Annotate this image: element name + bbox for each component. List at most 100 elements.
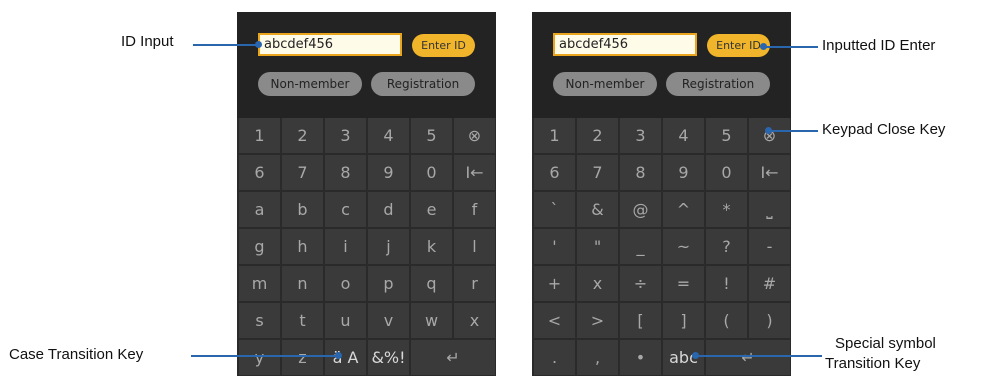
left-key[interactable]: 5 [411, 118, 452, 153]
right-key[interactable]: = [663, 266, 704, 301]
left-key[interactable]: f [454, 192, 495, 227]
right-key[interactable]: _ [620, 229, 661, 264]
left-key[interactable]: x [454, 303, 495, 338]
left-key[interactable]: l [454, 229, 495, 264]
left-key[interactable]: I← [454, 155, 495, 190]
left-key[interactable]: d [368, 192, 409, 227]
right-key[interactable]: " [577, 229, 618, 264]
left-key[interactable]: u [325, 303, 366, 338]
right-key[interactable]: 0 [706, 155, 747, 190]
right-key[interactable]: [ [620, 303, 661, 338]
left-key[interactable]: v [368, 303, 409, 338]
leader-id-input [193, 44, 258, 46]
leader-keypad-close [768, 130, 818, 132]
left-header-area [237, 12, 496, 118]
left-key[interactable]: 0 [411, 155, 452, 190]
left-key[interactable]: r [454, 266, 495, 301]
right-key[interactable]: ( [706, 303, 747, 338]
right-key[interactable]: I← [749, 155, 790, 190]
left-key[interactable]: s [239, 303, 280, 338]
right-key[interactable]: # [749, 266, 790, 301]
right-key[interactable]: 6 [534, 155, 575, 190]
callout-keypad-close: Keypad Close Key [822, 121, 946, 138]
right-key[interactable]: ^ [663, 192, 704, 227]
right-header-area [532, 12, 791, 118]
left-key[interactable]: t [282, 303, 323, 338]
right-key[interactable]: > [577, 303, 618, 338]
left-key[interactable]: w [411, 303, 452, 338]
right-key[interactable]: ) [749, 303, 790, 338]
right-key[interactable]: ~ [663, 229, 704, 264]
right-key[interactable]: ÷ [620, 266, 661, 301]
left-key[interactable]: q [411, 266, 452, 301]
left-key[interactable]: 8 [325, 155, 366, 190]
left-key[interactable]: b [282, 192, 323, 227]
left-key[interactable]: p [368, 266, 409, 301]
right-key[interactable]: 9 [663, 155, 704, 190]
left-key[interactable]: ⊗ [454, 118, 495, 153]
right-key[interactable]: 1 [534, 118, 575, 153]
right-key[interactable]: 5 [706, 118, 747, 153]
left-key[interactable]: ↵ [411, 340, 495, 375]
left-key[interactable]: 6 [239, 155, 280, 190]
left-key[interactable]: 9 [368, 155, 409, 190]
left-key[interactable]: 4 [368, 118, 409, 153]
right-key[interactable]: ? [706, 229, 747, 264]
left-key[interactable]: h [282, 229, 323, 264]
right-id-input[interactable]: abcdef456 [553, 33, 697, 56]
right-key[interactable]: - [749, 229, 790, 264]
left-key[interactable]: 7 [282, 155, 323, 190]
right-key[interactable]: , [577, 340, 618, 375]
right-key[interactable]: + [534, 266, 575, 301]
callout-inputted-enter: Inputted ID Enter [822, 37, 936, 54]
right-key[interactable]: ⊗ [749, 118, 790, 153]
left-key[interactable]: y [239, 340, 280, 375]
right-key[interactable]: ` [534, 192, 575, 227]
leader-case-key [191, 355, 339, 357]
left-id-input[interactable]: abcdef456 [258, 33, 402, 56]
right-key[interactable]: 7 [577, 155, 618, 190]
left-registration-button[interactable]: Registration [371, 72, 475, 96]
right-key[interactable]: * [706, 192, 747, 227]
right-key[interactable]: . [534, 340, 575, 375]
left-key[interactable]: 1 [239, 118, 280, 153]
left-key[interactable]: c [325, 192, 366, 227]
callout-id-input: ID Input [121, 33, 174, 50]
right-key[interactable]: & [577, 192, 618, 227]
right-key[interactable]: • [620, 340, 661, 375]
left-key[interactable]: k [411, 229, 452, 264]
left-key[interactable]: i [325, 229, 366, 264]
left-key[interactable]: g [239, 229, 280, 264]
left-keypad: 1 2 3 4 5 ⊗ 6 7 8 9 0 I← a b c d e f g h i j k l m n o p q r s t u v w x y z ä… [239, 118, 495, 375]
leader-inputted-enter [763, 46, 818, 48]
right-key[interactable]: 2 [577, 118, 618, 153]
right-nonmember-button[interactable]: Non-member [553, 72, 657, 96]
right-key[interactable]: 3 [620, 118, 661, 153]
left-key[interactable]: a [239, 192, 280, 227]
right-key[interactable]: x [577, 266, 618, 301]
left-enter-id-button[interactable]: Enter ID [412, 34, 475, 57]
right-key[interactable]: ⎵ [749, 192, 790, 227]
left-key[interactable]: z [282, 340, 323, 375]
right-key[interactable]: ' [534, 229, 575, 264]
right-key[interactable]: 8 [620, 155, 661, 190]
left-key[interactable]: j [368, 229, 409, 264]
left-key[interactable]: &%! [368, 340, 409, 375]
left-key[interactable]: e [411, 192, 452, 227]
left-key[interactable]: ä A [325, 340, 366, 375]
left-key[interactable]: o [325, 266, 366, 301]
right-key[interactable]: < [534, 303, 575, 338]
right-registration-button[interactable]: Registration [666, 72, 770, 96]
right-key[interactable]: 4 [663, 118, 704, 153]
left-key[interactable]: m [239, 266, 280, 301]
left-key[interactable]: 2 [282, 118, 323, 153]
right-key[interactable]: ↵ [706, 340, 790, 375]
left-key[interactable]: 3 [325, 118, 366, 153]
right-key[interactable]: @ [620, 192, 661, 227]
left-nonmember-button[interactable]: Non-member [258, 72, 362, 96]
left-key[interactable]: n [282, 266, 323, 301]
right-key[interactable]: ] [663, 303, 704, 338]
right-phone-screen: abcdef456 Enter ID Non-member Registrati… [532, 12, 791, 376]
right-key[interactable]: ! [706, 266, 747, 301]
leader-dot-special-symbol [692, 352, 699, 359]
